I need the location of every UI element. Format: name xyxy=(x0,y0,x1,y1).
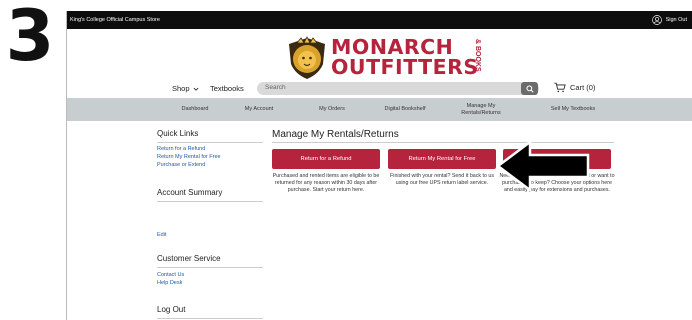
page-title: Manage My Rentals/Returns xyxy=(272,129,399,140)
sign-out-label: Sign Out xyxy=(665,17,687,23)
subnav-digital-bookshelf[interactable]: Digital Bookshelf xyxy=(367,98,443,121)
return-rental-free-button[interactable]: Return My Rental for Free xyxy=(388,149,496,169)
user-circle-icon xyxy=(651,15,662,25)
subnav-my-orders[interactable]: My Orders xyxy=(297,98,367,121)
logo-text-books: & BOOKS xyxy=(474,39,481,72)
account-subnav: Dashboard My Account My Orders Digital B… xyxy=(67,98,692,121)
search-bar[interactable]: Search xyxy=(257,82,539,95)
return-for-refund-button[interactable]: Return for a Refund xyxy=(272,149,380,169)
divider xyxy=(157,267,263,268)
subnav-sell-textbooks[interactable]: Sell My Textbooks xyxy=(535,98,611,121)
chevron-down-icon xyxy=(193,87,198,91)
search-icon xyxy=(525,84,534,93)
cart-icon xyxy=(554,82,566,93)
logo-text-outfitters: OUTFITTERS xyxy=(331,55,479,79)
quick-links-heading: Quick Links xyxy=(157,129,199,138)
shop-label: Shop xyxy=(172,84,190,93)
quick-link-return-refund[interactable]: Return for a Refund xyxy=(157,146,205,152)
shop-menu[interactable]: Shop xyxy=(172,84,199,93)
contact-us-link[interactable]: Contact Us xyxy=(157,272,184,278)
browser-page: King's College Official Campus Store Sig… xyxy=(66,11,692,320)
subnav-my-account[interactable]: My Account xyxy=(224,98,294,121)
divider xyxy=(157,201,263,202)
edit-link[interactable]: Edit xyxy=(157,232,166,238)
log-out-heading[interactable]: Log Out xyxy=(157,305,263,316)
subnav-manage-rentals[interactable]: Manage My Rentals/Returns xyxy=(456,98,506,121)
sign-out-link[interactable]: Sign Out xyxy=(651,15,687,25)
help-desk-link[interactable]: Help Desk xyxy=(157,280,182,286)
divider xyxy=(157,318,263,319)
divider xyxy=(157,142,263,143)
svg-text:3: 3 xyxy=(6,2,55,68)
search-button[interactable] xyxy=(521,82,538,95)
refund-description: Purchased and rented items are eligible … xyxy=(272,173,380,193)
cart-link[interactable]: Cart (0) xyxy=(554,82,595,93)
top-bar: King's College Official Campus Store Sig… xyxy=(67,11,692,29)
store-name: King's College Official Campus Store xyxy=(70,17,160,23)
step-number-3: 3 xyxy=(6,2,55,68)
store-logo[interactable]: MONARCH OUTFITTERS & BOOKS xyxy=(285,34,485,86)
textbooks-link[interactable]: Textbooks xyxy=(210,84,244,93)
search-input[interactable]: Search xyxy=(265,84,286,91)
rental-description: Finished with your rental? Send it back … xyxy=(390,173,494,186)
subnav-dashboard[interactable]: Dashboard xyxy=(160,98,230,121)
customer-service-heading: Customer Service xyxy=(157,254,221,263)
quick-link-return-rental[interactable]: Return My Rental for Free xyxy=(157,154,221,160)
lion-crest-icon xyxy=(289,36,325,79)
account-summary-heading: Account Summary xyxy=(157,188,223,197)
quick-link-purchase-extend[interactable]: Purchase or Extend xyxy=(157,162,205,168)
arrow-left-icon xyxy=(496,139,590,191)
cart-label: Cart (0) xyxy=(570,83,596,92)
